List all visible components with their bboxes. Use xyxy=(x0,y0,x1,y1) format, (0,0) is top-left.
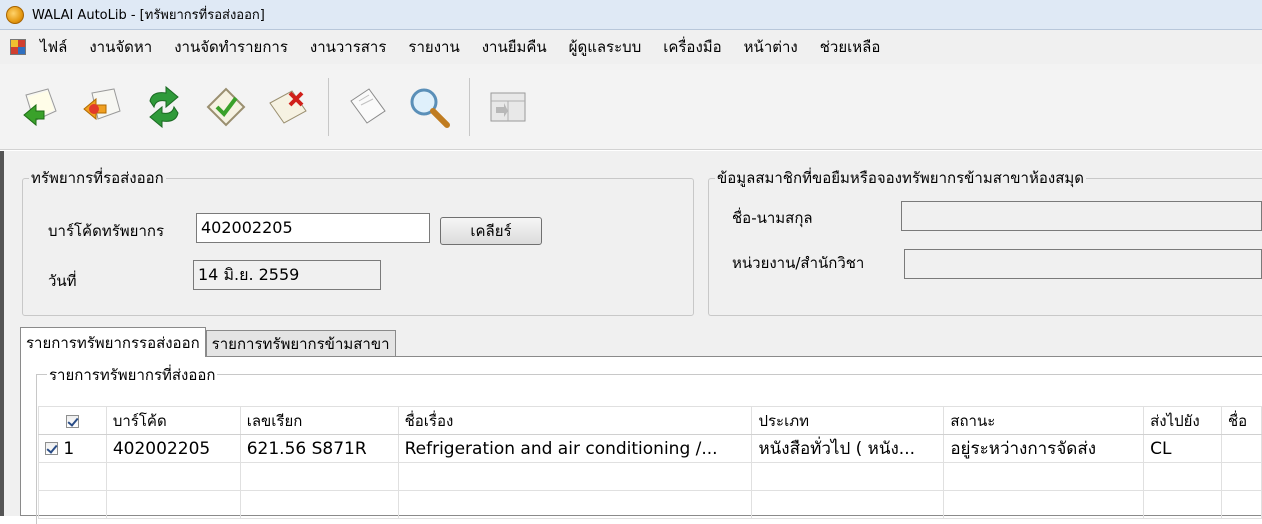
delete-button[interactable] xyxy=(262,77,314,137)
cell-send-to[interactable]: CL xyxy=(1143,434,1222,463)
grid-header-row: บาร์โค้ด เลขเรียก ชื่อเรื่อง ประเภท สถาน… xyxy=(38,406,1262,435)
table-row[interactable]: 1 402002205 621.56 S871R Refrigeration a… xyxy=(38,434,1262,463)
member-group-title: ข้อมูลสมาชิกที่ขอยืมหรือจองทรัพยากรข้ามส… xyxy=(717,169,1084,187)
grid-group-title: รายการทรัพยากรที่ส่งออก xyxy=(47,363,218,387)
approve-icon xyxy=(206,87,246,126)
menu-bar: ไฟล์ งานจัดหา งานจัดทำรายการ งานวารสาร ร… xyxy=(0,30,1262,64)
cell-type[interactable]: หนังสือทั่วไป ( หนัง... xyxy=(751,434,945,463)
export-icon xyxy=(83,87,121,120)
export-button[interactable] xyxy=(76,77,128,137)
refresh-icon xyxy=(149,85,179,128)
empty-cell[interactable] xyxy=(239,462,399,491)
member-group: ข้อมูลสมาชิกที่ขอยืมหรือจองทรัพยากรข้ามส… xyxy=(708,166,1262,316)
select-all-checkbox[interactable] xyxy=(65,414,79,428)
toolbar-separator xyxy=(328,77,329,136)
member-unit-label: หน่วยงาน/สำนักวิชา xyxy=(732,254,865,272)
delete-icon xyxy=(269,89,307,124)
menu-tools[interactable]: เครื่องมือ xyxy=(663,35,721,59)
window-menu-icon[interactable] xyxy=(10,39,26,55)
cell-name[interactable] xyxy=(1221,434,1262,463)
row-checkbox[interactable] xyxy=(45,442,58,455)
clear-button[interactable]: เคลียร์ xyxy=(440,217,542,245)
cell-barcode[interactable]: 402002205 xyxy=(105,434,241,463)
column-header-name[interactable]: ชื่อ xyxy=(1221,406,1262,435)
empty-cell[interactable] xyxy=(239,490,399,519)
table-row[interactable] xyxy=(38,462,1262,491)
empty-cell[interactable] xyxy=(943,490,1145,519)
toolbar-separator xyxy=(469,77,470,136)
column-header-call-no[interactable]: เลขเรียก xyxy=(239,406,399,435)
column-header-type[interactable]: ประเภท xyxy=(751,406,945,435)
empty-cell[interactable] xyxy=(105,462,241,491)
menu-acquisition[interactable]: งานจัดหา xyxy=(89,35,152,59)
table-row[interactable] xyxy=(38,490,1262,519)
cell-call-no[interactable]: 621.56 S871R xyxy=(239,434,399,463)
menu-file[interactable]: ไฟล์ xyxy=(40,35,67,59)
toolbar xyxy=(0,64,1262,150)
cell-status[interactable]: อยู่ระหว่างการจัดส่ง xyxy=(943,434,1145,463)
tab-pending-export[interactable]: รายการทรัพยากรรอส่งออก xyxy=(20,327,206,357)
menu-admin[interactable]: ผู้ดูแลระบบ xyxy=(569,35,642,59)
row-number: 1 xyxy=(63,438,75,459)
date-label: วันที่ xyxy=(48,272,77,290)
date-field: 14 มิ.ย. 2559 xyxy=(193,260,381,290)
import-button[interactable] xyxy=(14,77,66,137)
barcode-input[interactable]: 402002205 xyxy=(196,213,430,243)
search-button[interactable] xyxy=(403,77,455,137)
document-icon xyxy=(350,87,386,124)
grid-view-button[interactable] xyxy=(482,77,534,137)
column-header-status[interactable]: สถานะ xyxy=(943,406,1145,435)
resource-group-title: ทรัพยากรที่รอส่งออก xyxy=(31,169,164,187)
empty-cell[interactable] xyxy=(1143,490,1222,519)
cell-title[interactable]: Refrigeration and air conditioning /... xyxy=(397,434,753,463)
barcode-label: บาร์โค้ดทรัพยากร xyxy=(48,222,165,240)
member-name-label: ชื่อ-นามสกุล xyxy=(732,209,813,227)
empty-cell[interactable] xyxy=(1143,462,1222,491)
new-document-button[interactable] xyxy=(341,77,393,137)
column-header-title[interactable]: ชื่อเรื่อง xyxy=(397,406,753,435)
refresh-button[interactable] xyxy=(138,77,190,137)
select-all-cell[interactable] xyxy=(38,406,107,435)
member-name-field xyxy=(901,201,1262,231)
empty-cell[interactable] xyxy=(38,490,107,519)
search-icon xyxy=(410,88,450,128)
menu-circulation[interactable]: งานยืมคืน xyxy=(482,35,547,59)
tab-strip: รายการทรัพยากรรอส่งออก รายการทรัพยากรข้า… xyxy=(20,327,396,357)
menu-reports[interactable]: รายงาน xyxy=(408,35,459,59)
empty-cell[interactable] xyxy=(943,462,1145,491)
empty-cell[interactable] xyxy=(751,462,945,491)
title-bar: WALAI AutoLib - [ทรัพยากรที่รอส่งออก] xyxy=(0,0,1262,30)
tab-cross-branch[interactable]: รายการทรัพยากรข้ามสาขา xyxy=(205,330,396,357)
row-select-cell[interactable]: 1 xyxy=(38,434,107,463)
empty-cell[interactable] xyxy=(38,462,107,491)
menu-help[interactable]: ช่วยเหลือ xyxy=(820,35,881,59)
window-title: WALAI AutoLib - [ทรัพยากรที่รอส่งออก] xyxy=(32,8,265,23)
empty-cell[interactable] xyxy=(397,462,753,491)
column-header-send-to[interactable]: ส่งไปยัง xyxy=(1143,406,1222,435)
grid-icon xyxy=(490,92,526,121)
empty-cell[interactable] xyxy=(397,490,753,519)
empty-cell[interactable] xyxy=(1221,490,1262,519)
empty-cell[interactable] xyxy=(751,490,945,519)
empty-cell[interactable] xyxy=(1221,462,1262,491)
app-logo-icon xyxy=(6,5,24,24)
approve-button[interactable] xyxy=(200,77,252,137)
empty-cell[interactable] xyxy=(105,490,241,519)
menu-cataloging[interactable]: งานจัดทำรายการ xyxy=(174,35,288,59)
menu-window[interactable]: หน้าต่าง xyxy=(744,35,798,59)
column-header-barcode[interactable]: บาร์โค้ด xyxy=(105,406,241,435)
menu-serials[interactable]: งานวารสาร xyxy=(310,35,387,59)
export-grid: บาร์โค้ด เลขเรียก ชื่อเรื่อง ประเภท สถาน… xyxy=(38,406,1262,519)
import-icon xyxy=(23,87,57,126)
member-unit-field xyxy=(904,249,1262,279)
